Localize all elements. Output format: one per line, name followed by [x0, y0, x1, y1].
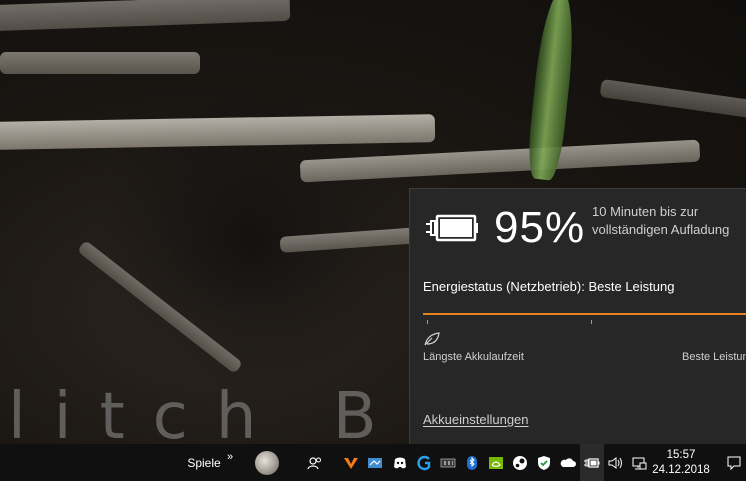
toolbar-chevron-icon[interactable]: »	[225, 438, 235, 475]
slider-label-right: Beste Leistung	[682, 351, 746, 363]
avatar-image	[255, 450, 279, 475]
people-icon[interactable]	[304, 444, 326, 481]
nvidia-icon[interactable]	[485, 444, 507, 481]
bluetooth-icon[interactable]	[461, 444, 483, 481]
slider-tick	[427, 320, 428, 324]
clock-date: 24.12.2018	[652, 463, 710, 476]
discord-icon[interactable]	[389, 444, 411, 481]
time-remaining: 10 Minuten bis zur vollständigen Aufladu…	[592, 204, 730, 237]
energy-status: Energiestatus (Netzbetrieb): Beste Leist…	[423, 279, 675, 294]
clock-time: 15:57	[666, 448, 696, 461]
battery-saver-leaf-icon	[424, 332, 440, 346]
security-shield-icon[interactable]	[533, 444, 555, 481]
clock[interactable]: 15:57 24.12.2018	[650, 444, 712, 481]
slider-tick	[591, 320, 592, 324]
battery-charging-large-icon	[426, 214, 478, 242]
slider-track[interactable]	[423, 313, 746, 315]
gaming-g-icon[interactable]	[413, 444, 435, 481]
slider-label-left: Längste Akkulaufzeit	[423, 351, 524, 363]
spiele-toolbar[interactable]: Spiele	[182, 444, 226, 481]
ssd-icon[interactable]	[437, 444, 459, 481]
volume-icon[interactable]	[604, 444, 626, 481]
straw-stalk	[599, 78, 746, 120]
network-icon[interactable]	[628, 444, 650, 481]
wallpaper-text: litch B	[8, 380, 405, 444]
onedrive-cloud-icon[interactable]	[557, 444, 579, 481]
battery-flyout: 95% 10 Minuten bis zur vollständigen Auf…	[409, 188, 746, 444]
battery-settings-link[interactable]: Akkueinstellungen	[423, 412, 529, 427]
steam-icon[interactable]	[509, 444, 531, 481]
battery-percent: 95%	[494, 203, 586, 252]
battery-charging-icon[interactable]	[580, 444, 604, 481]
taskbar: Spiele » 15:57 24.12.2018	[0, 444, 746, 481]
user-avatar[interactable]	[252, 444, 282, 481]
power-mode-slider[interactable]	[423, 313, 746, 325]
straw-stalk	[0, 52, 200, 74]
notification-center-icon[interactable]	[722, 444, 746, 481]
straw-stalk	[0, 0, 291, 32]
orange-v-app-icon[interactable]	[340, 444, 362, 481]
network-app-icon[interactable]	[364, 444, 386, 481]
